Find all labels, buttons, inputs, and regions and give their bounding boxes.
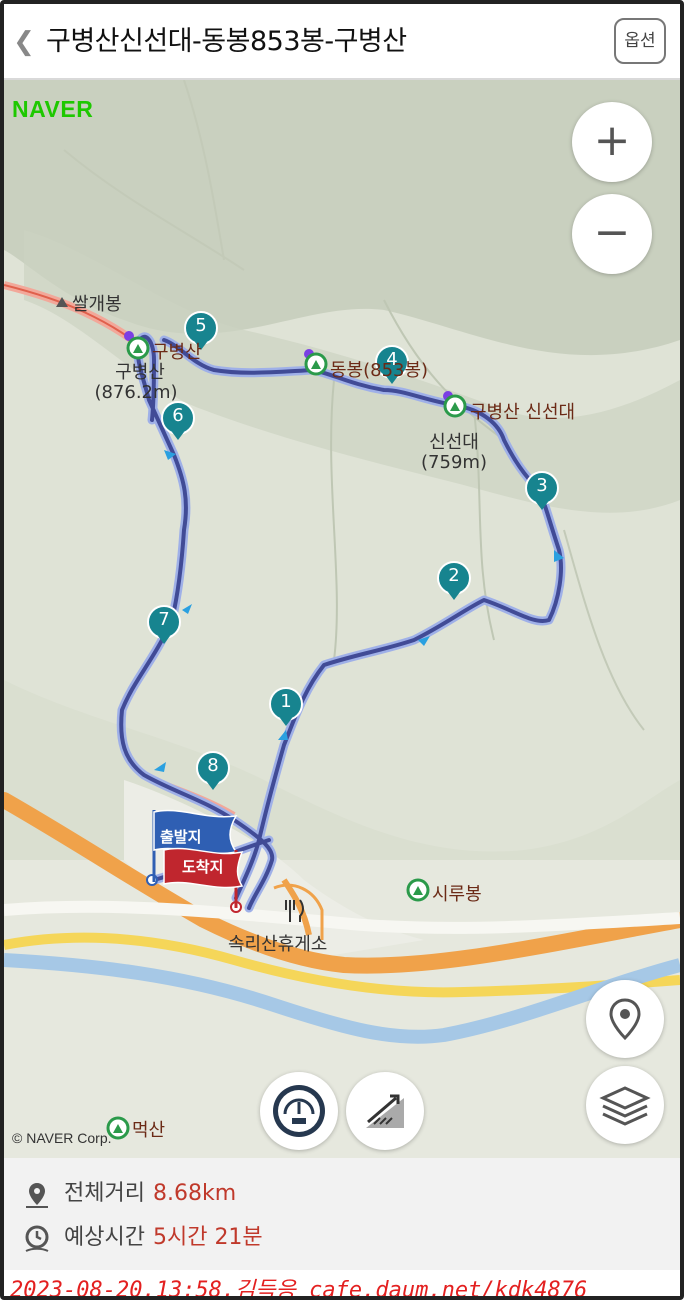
app-frame: ❮ 구병산신선대-동봉853봉-구병산 옵션 1 2 3 4 5 6 7 8 쌀… (0, 0, 684, 1300)
location-pin-icon (609, 998, 641, 1041)
chevron-left-icon: ❮ (13, 27, 35, 57)
clock-icon (25, 1225, 49, 1252)
top-bar: ❮ 구병산신선대-동봉853봉-구병산 옵션 (4, 4, 680, 80)
location-button[interactable] (586, 980, 664, 1058)
label-rest-area: 속리산휴게소 (228, 934, 328, 955)
page-title: 구병산신선대-동봉853봉-구병산 (46, 26, 407, 57)
distance-pin-icon (26, 1183, 48, 1208)
start-flag-label[interactable]: 출발지 (160, 826, 201, 847)
distance-row: 전체거리 8.68km (22, 1176, 236, 1212)
waypoint-label-5[interactable]: 5 (191, 315, 211, 336)
elevation-button[interactable] (346, 1072, 424, 1150)
waypoint-label-6[interactable]: 6 (168, 405, 188, 426)
speed-button[interactable] (260, 1072, 338, 1150)
zoom-out-button[interactable]: − (572, 194, 652, 274)
naver-logo: NAVER (12, 96, 94, 122)
waypoint-label-3[interactable]: 3 (532, 475, 552, 496)
time-label: 예상시간 (64, 1225, 145, 1250)
zoom-in-button[interactable]: + (572, 102, 652, 182)
label-meoksan: 먹산 (132, 1120, 166, 1141)
route-summary: 전체거리 8.68km 예상시간 5시간 21분 (4, 1158, 680, 1270)
layers-icon (599, 1086, 651, 1126)
end-flag-label[interactable]: 도착지 (182, 856, 223, 877)
back-button[interactable]: ❮ (10, 22, 38, 62)
waypoint-label-7[interactable]: 7 (154, 609, 174, 630)
distance-value: 8.68km (152, 1181, 237, 1206)
waypoint-label-2[interactable]: 2 (444, 565, 464, 586)
options-button[interactable]: 옵션 (614, 18, 666, 64)
label-gubyeongsan-sinseondae: 구병산 신선대 (470, 402, 576, 423)
label-dongbong: 동봉(853봉) (330, 360, 429, 381)
speedometer-icon (273, 1085, 325, 1137)
map-view[interactable]: 1 2 3 4 5 6 7 8 쌀개봉 구병산 구병산 (876.2m) 동봉(… (4, 80, 680, 1158)
time-value: 5시간 21분 (152, 1225, 263, 1250)
waypoint-label-8[interactable]: 8 (203, 755, 223, 776)
time-row: 예상시간 5시간 21분 (22, 1220, 263, 1256)
label-gubyeongsan: 구병산 (115, 362, 165, 383)
minus-icon: − (593, 207, 631, 258)
distance-label: 전체거리 (64, 1181, 145, 1206)
plus-icon: + (593, 115, 631, 166)
layers-button[interactable] (586, 1066, 664, 1144)
label-gubyeongsan-height: (876.2m) (94, 382, 178, 403)
label-ssalgaebong: 쌀개봉 (72, 294, 122, 315)
label-sirubong: 시루봉 (432, 884, 482, 905)
watermark-text: 2023-08-20,13:58,김득응 cafe.daum.net/kdk48… (10, 1278, 588, 1300)
label-sinseondae-height: (759m) (421, 452, 487, 473)
copyright-text: © NAVER Corp. (12, 1130, 112, 1146)
elevation-profile-icon (366, 1094, 404, 1128)
waypoint-label-1[interactable]: 1 (276, 691, 296, 712)
label-sinseondae: 신선대 (429, 432, 479, 453)
